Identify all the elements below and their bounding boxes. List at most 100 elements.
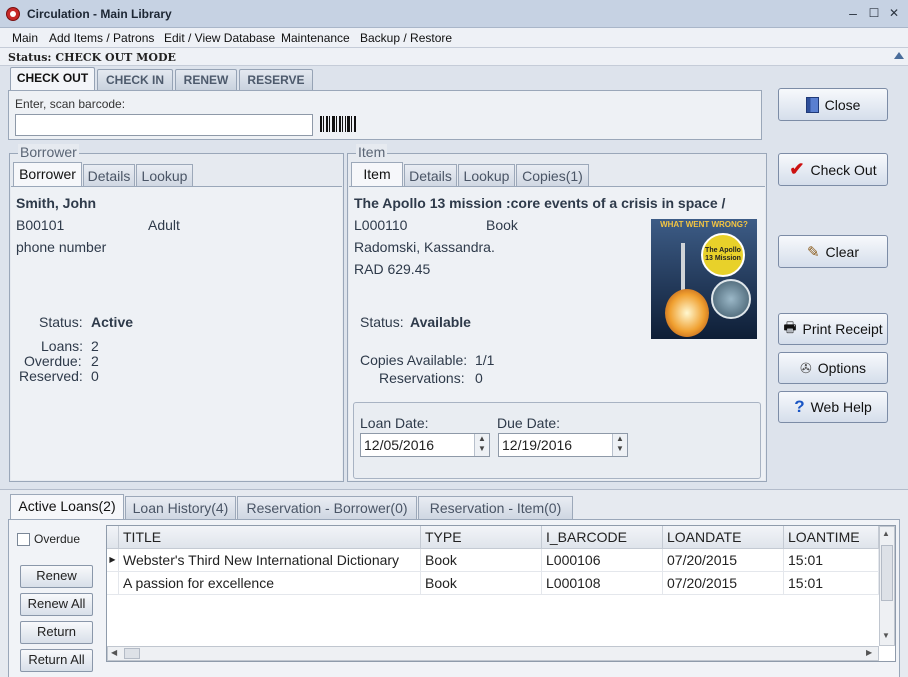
tab-reservation-item[interactable]: Reservation - Item(0) [418,496,573,519]
col-title-header[interactable]: TITLE [119,526,421,549]
reservations-label: Reservations: [379,370,465,386]
item-group-label: Item [356,144,388,160]
check-out-label: Check Out [810,161,877,178]
row-indicator-header [107,526,119,549]
item-status: Available [410,314,471,330]
scroll-left-icon[interactable]: ◀ [111,648,117,657]
return-button[interactable]: Return [20,621,93,644]
col-loantime-header[interactable]: LOANTIME [784,526,879,549]
web-help-button[interactable]: ? Web Help [778,391,888,423]
tab-check-out[interactable]: CHECK OUT [10,67,95,90]
tab-borrower[interactable]: Borrower [13,162,82,187]
tab-item-lookup[interactable]: Lookup [458,164,515,187]
menu-backup-restore[interactable]: Backup / Restore [360,31,452,45]
collapse-triangle-icon[interactable] [894,52,904,59]
print-receipt-button[interactable]: 🖶 Print Receipt [778,313,888,345]
barcode-input[interactable] [15,114,313,136]
scroll-right-icon[interactable]: ▶ [866,648,872,657]
reserved-label: Reserved: [19,368,83,384]
cover-badge: The Apollo 13 Mission [701,233,745,277]
options-label: Options [817,360,866,376]
tab-reserve[interactable]: RESERVE [239,69,313,90]
item-panel: The Apollo 13 mission :core events of a … [349,186,765,480]
status-text: Status: CHECK OUT MODE [8,51,176,64]
scan-panel: Enter, scan barcode: [8,90,762,140]
tab-borrower-lookup[interactable]: Lookup [136,164,193,187]
table-row-2-type[interactable]: Book [421,572,542,595]
col-barcode-header[interactable]: I_BARCODE [542,526,663,549]
borrower-name: Smith, John [16,195,97,211]
tab-item-details[interactable]: Details [404,164,457,187]
copies-available-label: Copies Available: [360,352,468,368]
close-window-button[interactable]: ✕ [886,5,902,21]
vertical-scrollbar[interactable]: ▲ ▼ [879,526,895,646]
printer-icon: 🖶 [783,319,797,335]
help-icon: ? [794,397,805,416]
vertical-scroll-thumb[interactable] [881,545,893,601]
tab-check-in[interactable]: CHECK IN [97,69,173,90]
status-bar: Status: CHECK OUT MODE [0,48,908,66]
close-button[interactable]: Close [778,88,888,121]
tab-reservation-borrower[interactable]: Reservation - Borrower(0) [237,496,417,519]
maximize-button[interactable]: ☐ [866,5,882,21]
due-date-picker[interactable]: 12/19/2016 ▲ ▼ [498,433,628,457]
table-row-2-barcode[interactable]: L000108 [542,572,663,595]
menu-maintenance[interactable]: Maintenance [281,31,350,45]
table-row-2-title[interactable]: A passion for excellence [119,572,421,595]
overdue-checkbox[interactable] [17,533,30,546]
tab-item[interactable]: Item [351,162,403,187]
check-out-button[interactable]: ✔ Check Out [778,153,888,186]
tab-loan-history[interactable]: Loan History(4) [125,496,236,519]
due-date-spinner[interactable]: ▲ ▼ [612,434,627,456]
tab-active-loans[interactable]: Active Loans(2) [10,494,124,519]
table-row-1-barcode[interactable]: L000106 [542,549,663,572]
row-indicator-2 [107,572,119,595]
rocket-shape [681,243,685,293]
table-row-1-loandate[interactable]: 07/20/2015 [663,549,784,572]
tab-item-copies[interactable]: Copies(1) [516,164,589,187]
menu-bar: Main Add Items / Patrons Edit / View Dat… [0,28,908,48]
table-row-1-loantime[interactable]: 15:01 [784,549,879,572]
loans-grid: TITLE TYPE I_BARCODE LOANDATE LOANTIME ▶… [106,525,896,662]
menu-add-items[interactable]: Add Items / Patrons [49,31,154,45]
loans-label: Loans: [41,338,84,354]
borrower-type: Adult [148,217,180,233]
barcode-icon [320,116,356,132]
eraser-icon: ✎ [806,243,820,261]
table-row-2-loantime[interactable]: 15:01 [784,572,879,595]
window-title: Circulation - Main Library [27,7,172,21]
borrower-status: Active [91,314,134,330]
horizontal-scrollbar[interactable]: ◀ ▶ [107,646,879,661]
clear-label: Clear [825,243,860,260]
table-row-1-type[interactable]: Book [421,549,542,572]
col-type-header[interactable]: TYPE [421,526,542,549]
menu-edit-database[interactable]: Edit / View Database [164,31,275,45]
options-button[interactable]: ✇ Options [778,352,888,384]
borrower-status-label: Status: [39,314,83,330]
loan-date-picker[interactable]: 12/05/2016 ▲ ▼ [360,433,490,457]
loan-date-spinner[interactable]: ▲ ▼ [474,434,489,456]
book-cover-image: WHAT WENT WRONG? The Apollo 13 Mission [651,219,757,339]
loan-date-value: 12/05/2016 [364,437,435,453]
horizontal-scroll-thumb[interactable] [124,648,140,659]
table-row-1-title[interactable]: Webster's Third New International Dictio… [119,549,421,572]
scroll-up-icon[interactable]: ▲ [882,529,890,538]
book-icon [805,96,819,113]
renew-all-button[interactable]: Renew All [20,593,93,616]
due-date-label: Due Date: [497,415,561,431]
menu-main[interactable]: Main [12,31,38,45]
loan-date-label: Loan Date: [360,415,429,431]
overdue-label: Overdue: [24,353,82,369]
close-button-label: Close [824,96,861,113]
clear-button[interactable]: ✎ Clear [778,235,888,268]
item-title: The Apollo 13 mission :core events of a … [354,195,726,211]
item-barcode: L000110 [354,217,408,233]
tab-renew[interactable]: RENEW [175,69,237,90]
scroll-down-icon[interactable]: ▼ [882,631,890,640]
tab-borrower-details[interactable]: Details [83,164,135,187]
return-all-button[interactable]: Return All [20,649,93,672]
col-loandate-header[interactable]: LOANDATE [663,526,784,549]
renew-button[interactable]: Renew [20,565,93,588]
table-row-2-loandate[interactable]: 07/20/2015 [663,572,784,595]
minimize-button[interactable]: ‒ [845,5,861,21]
